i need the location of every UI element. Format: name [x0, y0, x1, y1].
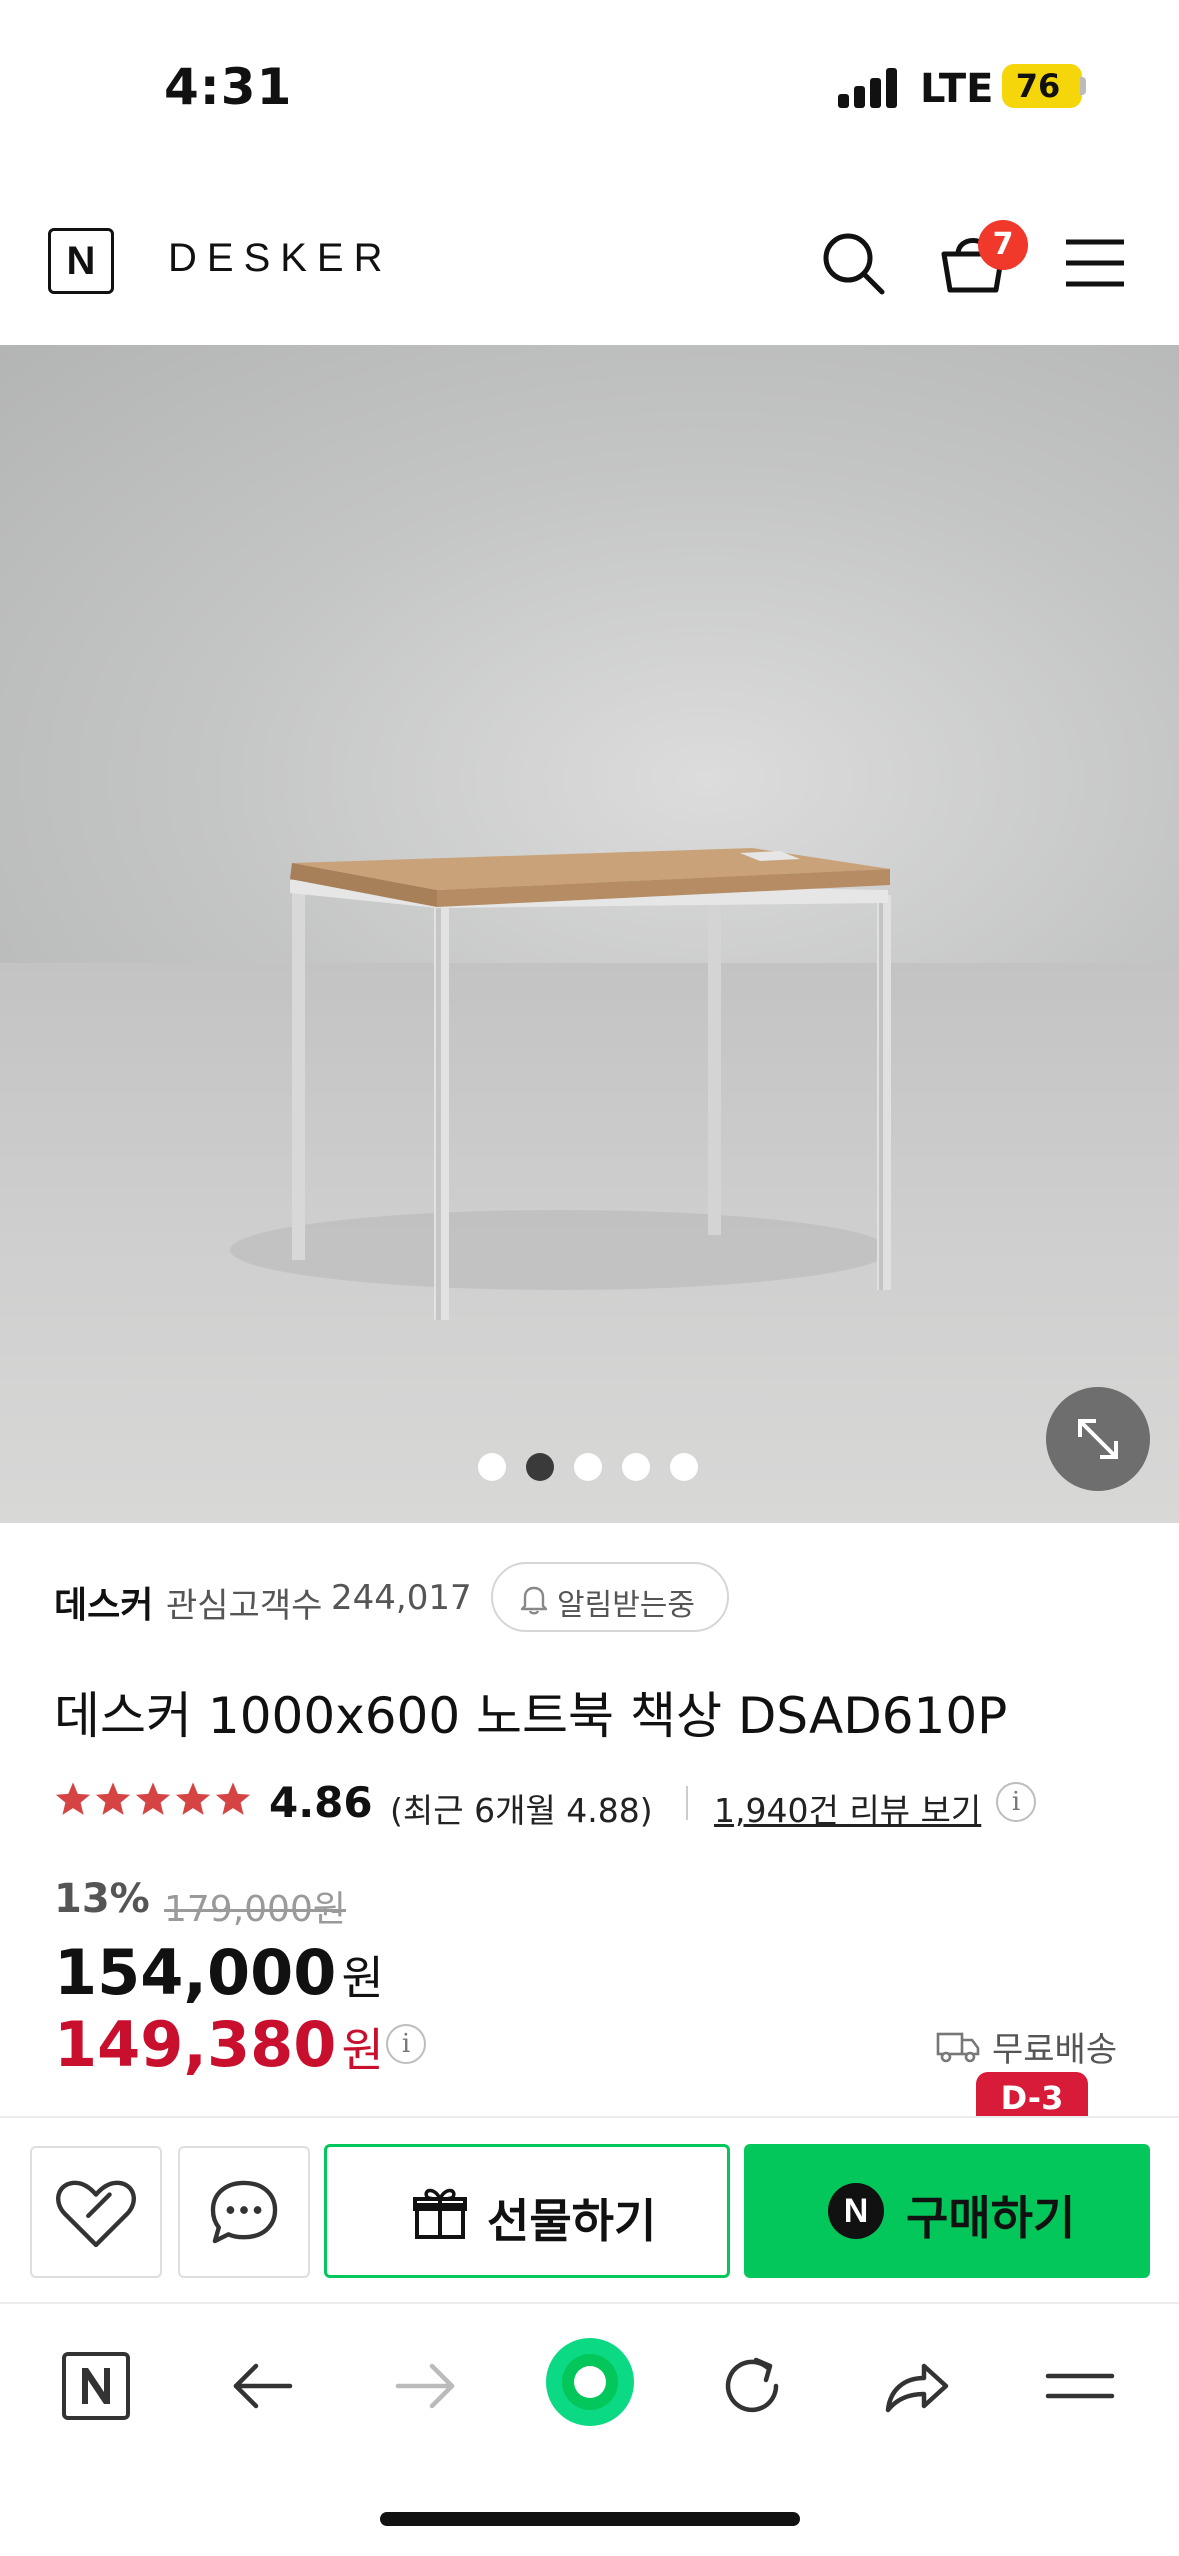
expand-image-icon[interactable] [1046, 1387, 1150, 1491]
wishlist-button[interactable] [30, 2146, 162, 2278]
purchase-action-bar: 선물하기 N 구매하기 [0, 2116, 1179, 2304]
share-icon[interactable] [876, 2346, 956, 2426]
review-info-icon[interactable]: i [996, 1782, 1036, 1822]
followers-count: 244,017 [331, 1578, 472, 1618]
refresh-icon[interactable] [712, 2346, 792, 2426]
battery-icon: 76 [1002, 64, 1082, 108]
status-bar: 4:31 LTE 76 [0, 0, 1179, 180]
site-header: N DESKER 7 [0, 200, 1179, 345]
rating-stars [54, 1780, 252, 1818]
sale-price-unit: 원 [341, 1951, 384, 2005]
gift-label: 선물하기 [487, 2194, 657, 2248]
review-link[interactable]: 1,940건 리뷰 보기 [714, 1784, 981, 1832]
menu-icon[interactable] [1060, 228, 1130, 298]
shipping-label: 무료배송 [992, 2030, 1118, 2070]
buy-label: 구매하기 [906, 2191, 1076, 2245]
star-icon [95, 1782, 131, 1815]
alert-label: 알림받는중 [557, 1588, 695, 1623]
rating-recent: (최근 6개월 4.88) [390, 1791, 653, 1830]
star-icon [55, 1782, 91, 1815]
star-icon [135, 1782, 171, 1815]
menu-lines-icon[interactable] [1040, 2346, 1120, 2426]
discount-percent: 13% [54, 1876, 150, 1922]
benefit-info-icon[interactable]: i [386, 2024, 426, 2064]
desk-product-image [230, 848, 891, 1320]
forward-arrow-icon[interactable] [386, 2346, 466, 2426]
seller-name[interactable]: 데스커 [54, 1576, 153, 1628]
naver-logo-letter: N [66, 239, 96, 283]
carousel-dot-active[interactable] [526, 1453, 554, 1481]
star-icon [215, 1782, 251, 1815]
carousel-dot[interactable] [670, 1453, 698, 1481]
status-time: 4:31 [164, 58, 293, 116]
truck-icon [936, 2032, 980, 2063]
benefit-price: 149,380 [54, 2008, 337, 2081]
product-image-carousel[interactable] [0, 345, 1179, 1523]
battery-nub [1080, 77, 1086, 95]
carousel-dot[interactable] [622, 1453, 650, 1481]
original-price: 179,000원 [164, 1889, 346, 1930]
naver-pay-logo: N [828, 2183, 884, 2239]
benefit-price-row: 149,380 원 [54, 2008, 384, 2088]
buy-button[interactable]: N 구매하기 [744, 2144, 1150, 2278]
chat-button[interactable] [178, 2146, 310, 2278]
naver-green-dot-icon[interactable] [544, 2336, 636, 2428]
rating-value: 4.86 [269, 1778, 373, 1827]
followers-label: 관심고객수 [166, 1586, 323, 1626]
network-type: LTE [920, 66, 994, 112]
signal-icon [838, 68, 898, 108]
naver-logo-button[interactable]: N [48, 228, 114, 294]
chat-icon [210, 2180, 278, 2244]
home-indicator [380, 2512, 800, 2526]
rating-divider [686, 1786, 688, 1820]
alert-subscribe-button[interactable]: 알림받는중 [491, 1562, 729, 1632]
heart-icon [56, 2180, 136, 2248]
delivery-badge: D-3 [976, 2072, 1088, 2116]
rating-row: 4.86 (최근 6개월 4.88) 1,940건 리뷰 보기 i [54, 1776, 1154, 1836]
battery-level: 76 [1015, 67, 1061, 105]
carousel-dot[interactable] [574, 1453, 602, 1481]
bell-icon [520, 1586, 548, 1615]
brand-name[interactable]: DESKER [168, 236, 393, 281]
product-title: 데스커 1000x600 노트북 책상 DSAD610P [54, 1687, 1008, 1745]
benefit-price-unit: 원 [341, 2023, 384, 2077]
search-icon[interactable] [818, 228, 888, 298]
naver-home-icon[interactable] [56, 2346, 136, 2426]
price-row: 154,000 원 [54, 1936, 384, 2016]
gift-button[interactable]: 선물하기 [324, 2144, 730, 2278]
star-icon [175, 1782, 211, 1815]
sale-price: 154,000 [54, 1936, 337, 2009]
carousel-dots [478, 1453, 698, 1487]
seller-row: 데스커 관심고객수 244,017 알림받는중 [54, 1562, 1154, 1642]
cart-count-badge: 7 [978, 220, 1028, 270]
carousel-dot[interactable] [478, 1453, 506, 1481]
back-arrow-icon[interactable] [222, 2346, 302, 2426]
gift-icon [413, 2188, 467, 2239]
